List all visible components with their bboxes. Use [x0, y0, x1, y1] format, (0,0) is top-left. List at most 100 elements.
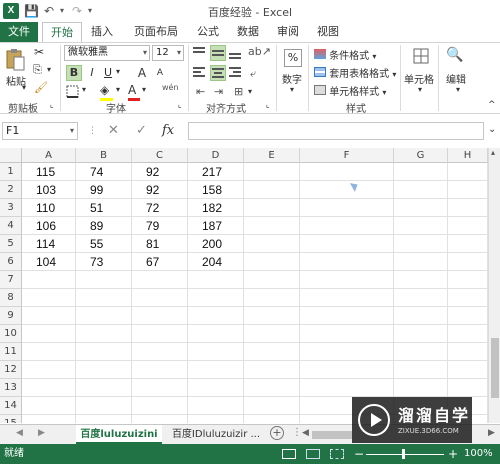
cell-c12[interactable]: [132, 361, 188, 379]
align-center-icon[interactable]: [210, 65, 226, 81]
clipboard-launcher-icon[interactable]: ⌞: [50, 100, 54, 109]
cell-e5[interactable]: [244, 235, 300, 253]
font-color-button[interactable]: A: [128, 83, 140, 101]
decrease-indent-icon[interactable]: ⇤: [196, 85, 205, 98]
sheet-tab-1[interactable]: 百度luluzuizini: [76, 425, 162, 444]
cell-e4[interactable]: [244, 217, 300, 235]
next-sheet-icon[interactable]: ▶: [38, 428, 45, 438]
cell-c6[interactable]: 67: [132, 253, 188, 271]
cell-h12[interactable]: [448, 361, 488, 379]
tab-view[interactable]: 视图: [312, 22, 344, 42]
cell-e15[interactable]: [244, 415, 300, 423]
align-bottom-icon[interactable]: [228, 45, 244, 61]
cell-e8[interactable]: [244, 289, 300, 307]
increase-indent-icon[interactable]: ⇥: [214, 85, 223, 98]
zoom-level[interactable]: 100%: [464, 444, 493, 464]
tab-page-layout[interactable]: 页面布局: [128, 22, 184, 42]
percent-icon[interactable]: %: [284, 49, 302, 67]
underline-button[interactable]: U: [100, 65, 116, 81]
select-all-corner[interactable]: [0, 148, 22, 163]
cell-b12[interactable]: [76, 361, 132, 379]
zoom-out-button[interactable]: −: [354, 444, 364, 464]
cell-c2[interactable]: 92: [132, 181, 188, 199]
grow-font-button[interactable]: A: [134, 65, 150, 81]
cancel-icon[interactable]: ✕: [108, 122, 119, 140]
cell-a11[interactable]: [22, 343, 76, 361]
column-header-a[interactable]: A: [22, 148, 76, 163]
orientation-icon[interactable]: ab↗: [248, 45, 271, 58]
row-header-12[interactable]: 12: [0, 361, 22, 379]
format-painter-icon[interactable]: 🖌: [34, 81, 48, 94]
cell-c13[interactable]: [132, 379, 188, 397]
cell-d11[interactable]: [188, 343, 244, 361]
column-header-h[interactable]: H: [448, 148, 488, 163]
cell-h9[interactable]: [448, 307, 488, 325]
cell-h1[interactable]: [448, 163, 488, 181]
new-sheet-icon[interactable]: +: [270, 426, 284, 440]
cell-a8[interactable]: [22, 289, 76, 307]
cell-h2[interactable]: [448, 181, 488, 199]
cells-button[interactable]: 单元格: [404, 71, 434, 86]
cell-h3[interactable]: [448, 199, 488, 217]
cell-c15[interactable]: [132, 415, 188, 423]
number-dropdown-icon[interactable]: ▾: [290, 85, 294, 94]
cell-f10[interactable]: [300, 325, 394, 343]
cell-g1[interactable]: [394, 163, 448, 181]
paste-dropdown-icon[interactable]: ▾: [22, 83, 26, 92]
row-header-6[interactable]: 6: [0, 253, 22, 271]
column-header-b[interactable]: B: [76, 148, 132, 163]
paste-button[interactable]: [4, 47, 26, 73]
cell-h8[interactable]: [448, 289, 488, 307]
cell-g13[interactable]: [394, 379, 448, 397]
cell-d2[interactable]: 158: [188, 181, 244, 199]
scroll-up-icon[interactable]: ▴: [491, 148, 495, 157]
cell-b5[interactable]: 55: [76, 235, 132, 253]
cell-f4[interactable]: [300, 217, 394, 235]
row-header-14[interactable]: 14: [0, 397, 22, 415]
cell-g8[interactable]: [394, 289, 448, 307]
tab-home[interactable]: 开始: [42, 22, 82, 42]
cell-e14[interactable]: [244, 397, 300, 415]
editing-dropdown-icon[interactable]: ▾: [456, 85, 460, 94]
align-right-icon[interactable]: [228, 65, 244, 81]
format-as-table-button[interactable]: 套用表格格式 ▾: [314, 65, 404, 80]
cell-d10[interactable]: [188, 325, 244, 343]
cell-b4[interactable]: 89: [76, 217, 132, 235]
cell-d8[interactable]: [188, 289, 244, 307]
cell-a9[interactable]: [22, 307, 76, 325]
cell-b15[interactable]: [76, 415, 132, 423]
cell-f7[interactable]: [300, 271, 394, 289]
row-header-8[interactable]: 8: [0, 289, 22, 307]
page-break-view-icon[interactable]: [330, 449, 344, 459]
cell-d3[interactable]: 182: [188, 199, 244, 217]
cell-e7[interactable]: [244, 271, 300, 289]
cell-f11[interactable]: [300, 343, 394, 361]
cell-a13[interactable]: [22, 379, 76, 397]
cell-e3[interactable]: [244, 199, 300, 217]
font-color-dropdown-icon[interactable]: ▾: [142, 85, 146, 94]
cell-g2[interactable]: [394, 181, 448, 199]
cell-e2[interactable]: [244, 181, 300, 199]
bold-button[interactable]: B: [66, 65, 82, 81]
row-header-1[interactable]: 1: [0, 163, 22, 181]
cell-a12[interactable]: [22, 361, 76, 379]
sheet-tab-2[interactable]: 百度IDluluzuizir ...: [166, 425, 266, 444]
cell-a3[interactable]: 110: [22, 199, 76, 217]
cell-f12[interactable]: [300, 361, 394, 379]
column-header-g[interactable]: G: [394, 148, 448, 163]
cell-c8[interactable]: [132, 289, 188, 307]
column-header-e[interactable]: E: [244, 148, 300, 163]
cells-dropdown-icon[interactable]: ▾: [418, 85, 422, 94]
expand-formula-bar-icon[interactable]: ⌄: [488, 124, 496, 135]
cut-icon[interactable]: ✂: [34, 45, 44, 59]
cell-c3[interactable]: 72: [132, 199, 188, 217]
cell-e11[interactable]: [244, 343, 300, 361]
row-header-3[interactable]: 3: [0, 199, 22, 217]
cell-e6[interactable]: [244, 253, 300, 271]
underline-dropdown-icon[interactable]: ▾: [116, 67, 120, 76]
font-name-combo[interactable]: 微软雅黑 ▾: [64, 45, 150, 61]
alignment-launcher-icon[interactable]: ⌞: [266, 100, 270, 109]
cell-g3[interactable]: [394, 199, 448, 217]
phonetic-guide-button[interactable]: wén: [162, 83, 179, 92]
cell-c1[interactable]: 92: [132, 163, 188, 181]
